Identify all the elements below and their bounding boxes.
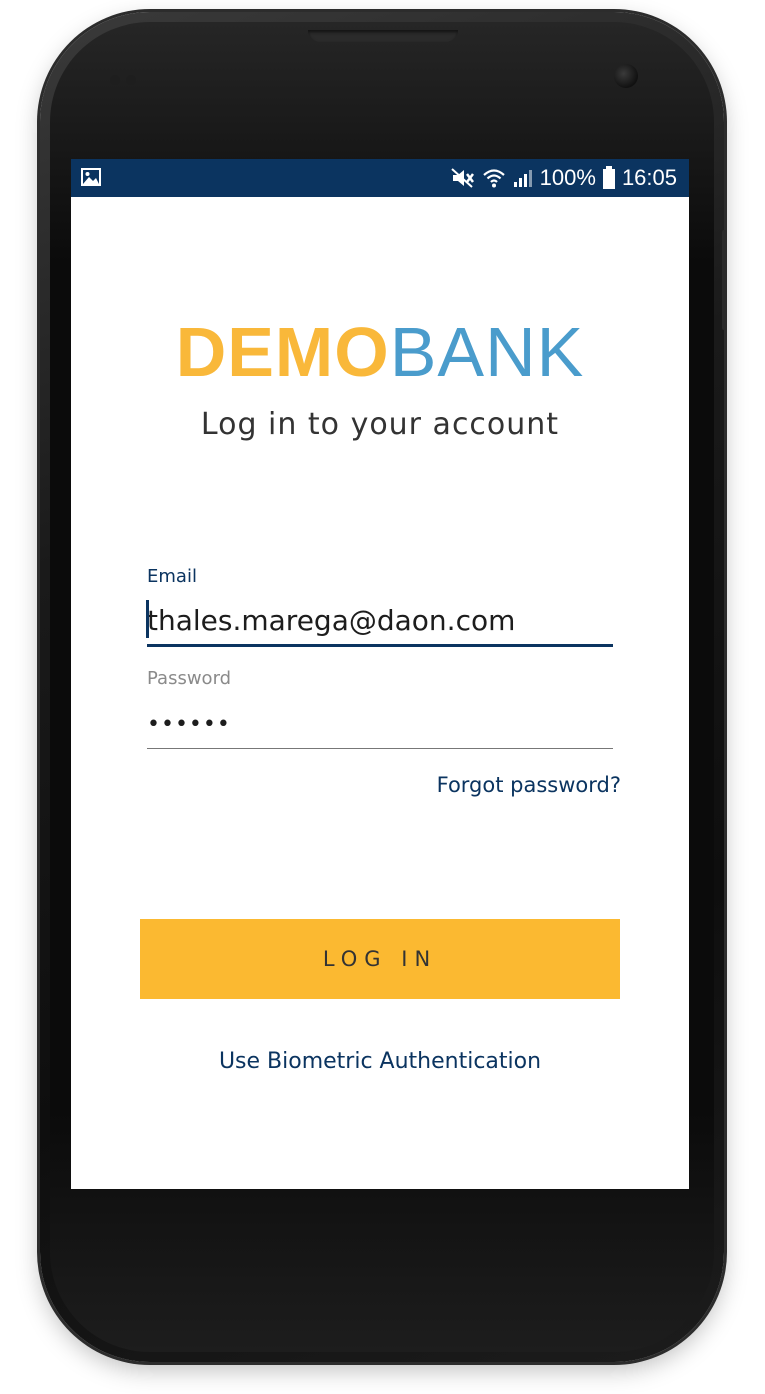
- power-button: [722, 230, 727, 330]
- logo-demo-text: DEMO: [175, 313, 390, 391]
- battery-icon: [602, 166, 615, 189]
- mute-icon: [450, 168, 474, 188]
- earpiece-speaker: [308, 30, 458, 42]
- email-field[interactable]: thales.marega@daon.com: [147, 599, 613, 647]
- app-screen: 100% 16:05 DEMOBANK Log in to your accou…: [71, 159, 689, 1189]
- password-field[interactable]: ••••••: [147, 705, 613, 749]
- gallery-icon: [81, 168, 101, 186]
- status-time: 16:05: [621, 165, 677, 190]
- battery-percent: 100%: [539, 165, 596, 190]
- text-cursor: [146, 600, 149, 638]
- status-indicators: 100% 16:05: [450, 159, 677, 197]
- login-button[interactable]: LOG IN: [140, 919, 620, 999]
- logo-bank-text: BANK: [389, 313, 585, 391]
- front-camera-icon: [614, 64, 638, 88]
- page-title: Log in to your account: [200, 407, 560, 442]
- password-label: Password: [147, 668, 232, 689]
- forgot-password-link[interactable]: Forgot password?: [437, 773, 621, 797]
- signal-icon: [513, 170, 532, 187]
- status-bar: 100% 16:05: [71, 159, 689, 197]
- biometric-auth-link[interactable]: Use Biometric Authentication: [71, 1049, 689, 1074]
- wifi-icon: [482, 169, 505, 188]
- email-label: Email: [147, 566, 197, 587]
- proximity-sensor: [110, 70, 150, 85]
- demobank-logo: DEMOBANK: [71, 317, 689, 387]
